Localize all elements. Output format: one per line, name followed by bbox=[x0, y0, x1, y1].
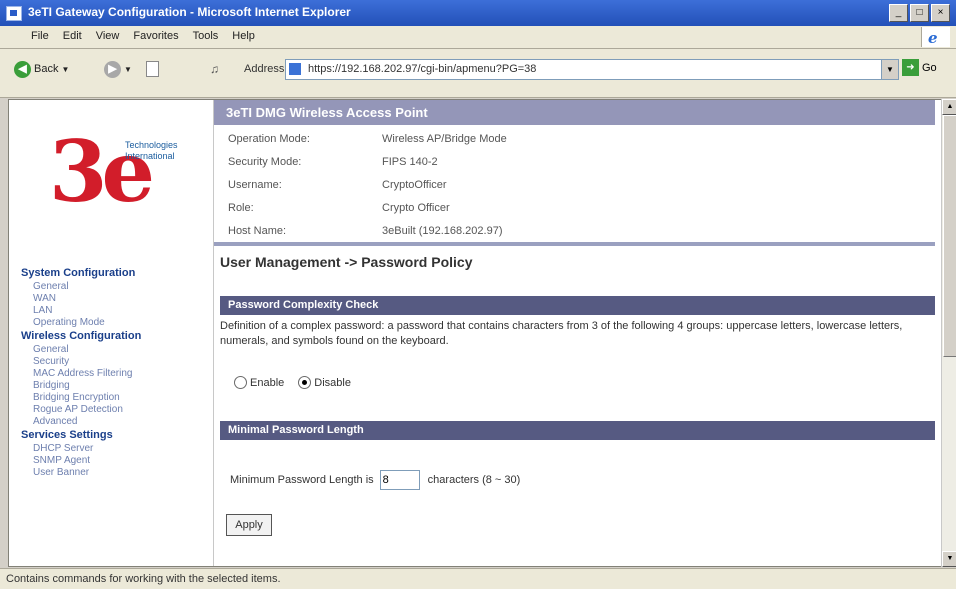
browser-window-icon bbox=[6, 6, 22, 21]
apply-button[interactable]: Apply bbox=[226, 514, 272, 536]
product-banner-title: 3eTI DMG Wireless Access Point bbox=[226, 105, 428, 120]
menu-help[interactable]: Help bbox=[225, 26, 262, 42]
complexity-section-header: Password Complexity Check bbox=[220, 296, 935, 315]
scroll-down-icon[interactable]: ▼ bbox=[942, 551, 956, 567]
sidebar-nav-link[interactable]: Bridging bbox=[21, 380, 209, 392]
complexity-description: Definition of a complex password: a pass… bbox=[220, 320, 903, 347]
info-label: Host Name: bbox=[228, 224, 287, 237]
site-icon bbox=[289, 63, 301, 75]
sidebar-nav: System Configuration General WAN LAN Operati… bbox=[21, 266, 209, 479]
page-icon bbox=[146, 61, 159, 77]
sidebar-nav-link[interactable]: SNMP Agent bbox=[21, 455, 209, 467]
sidebar-nav-link[interactable]: DHCP Server bbox=[21, 443, 209, 455]
disable-radio[interactable] bbox=[298, 376, 312, 389]
forward-arrow-icon: ▶ bbox=[104, 60, 121, 78]
device-info-table: Operation Mode: Wireless AP/Bridge Mode S… bbox=[214, 127, 935, 242]
menu-favorites[interactable]: Favorites bbox=[126, 26, 185, 42]
ie-logo-icon: e bbox=[921, 27, 950, 47]
media-icon: ♫ bbox=[210, 62, 219, 76]
info-value: Wireless AP/Bridge Mode bbox=[382, 132, 507, 145]
info-label: Username: bbox=[228, 178, 282, 191]
go-arrow-icon: ➜ bbox=[902, 59, 919, 76]
close-button[interactable]: × bbox=[931, 4, 950, 22]
company-logo: 3e Technologies International bbox=[49, 122, 199, 232]
info-label: Operation Mode: bbox=[228, 132, 310, 145]
info-row: Role: Crypto Officer bbox=[214, 196, 935, 219]
product-banner: 3eTI DMG Wireless Access Point bbox=[214, 100, 935, 125]
min-length-row: Minimum Password Length is characters (8… bbox=[230, 470, 520, 490]
go-button[interactable]: ➜ Go bbox=[902, 59, 937, 76]
sidebar-nav-link[interactable]: LAN bbox=[21, 305, 209, 317]
window-title: 3eTI Gateway Configuration - Microsoft I… bbox=[28, 5, 351, 19]
menu-tools[interactable]: Tools bbox=[186, 26, 226, 42]
menu-file[interactable]: File bbox=[24, 26, 56, 42]
menu-view[interactable]: View bbox=[89, 26, 127, 42]
page-content: 3e Technologies International System Con… bbox=[8, 99, 942, 567]
sidebar-nav-link[interactable]: User Banner bbox=[21, 467, 209, 479]
info-label: Security Mode: bbox=[228, 155, 302, 168]
sidebar-nav-link[interactable]: Advanced bbox=[21, 416, 209, 428]
status-bar: Contains commands for working with the s… bbox=[0, 568, 956, 589]
minimize-button[interactable]: _ bbox=[889, 4, 908, 22]
back-arrow-icon: ◀ bbox=[14, 60, 31, 78]
info-row: Operation Mode: Wireless AP/Bridge Mode bbox=[214, 127, 935, 150]
sidebar-nav-link[interactable]: WAN bbox=[21, 293, 209, 305]
min-length-input[interactable] bbox=[379, 470, 420, 490]
menu-bar: File Edit View Favorites Tools Help e bbox=[0, 26, 956, 49]
forward-dropdown-icon[interactable]: ▼ bbox=[124, 65, 132, 74]
sidebar-nav-link[interactable]: General bbox=[21, 344, 209, 356]
enable-label[interactable]: Enable bbox=[250, 377, 284, 389]
window-title-bar: 3eTI Gateway Configuration - Microsoft I… bbox=[0, 0, 956, 26]
nav-section-header: Services Settings bbox=[21, 429, 113, 441]
toolbar: ◀ Back ▼ ▶ ▼ ♫ Address https://192.168.2… bbox=[0, 49, 956, 98]
info-label: Role: bbox=[228, 201, 254, 214]
scroll-thumb[interactable] bbox=[943, 115, 956, 357]
back-dropdown-icon[interactable]: ▼ bbox=[61, 65, 69, 74]
maximize-button[interactable]: □ bbox=[910, 4, 929, 22]
back-button[interactable]: ◀ Back ▼ bbox=[14, 58, 69, 80]
sidebar-nav-link[interactable]: General bbox=[21, 281, 209, 293]
info-row: Security Mode: FIPS 140-2 bbox=[214, 150, 935, 173]
complexity-toggle: Enable Disable bbox=[234, 376, 351, 389]
logo-mark: 3e bbox=[49, 122, 155, 221]
address-url[interactable]: https://192.168.202.97/cgi-bin/apmenu?PG… bbox=[308, 63, 536, 75]
info-value: 3eBuilt (192.168.202.97) bbox=[382, 224, 503, 237]
enable-radio[interactable] bbox=[234, 376, 247, 389]
menu-edit[interactable]: Edit bbox=[56, 26, 89, 42]
info-value: FIPS 140-2 bbox=[382, 155, 438, 168]
sidebar-nav-link[interactable]: MAC Address Filtering bbox=[21, 368, 209, 380]
info-value: CryptoOfficer bbox=[382, 178, 447, 191]
disable-label[interactable]: Disable bbox=[314, 377, 351, 389]
complexity-section-title: Password Complexity Check bbox=[228, 299, 379, 311]
divider bbox=[214, 242, 935, 246]
stop-button[interactable] bbox=[146, 58, 159, 80]
media-button[interactable]: ♫ bbox=[210, 58, 219, 80]
min-length-label: Minimum Password Length is bbox=[230, 474, 374, 486]
min-length-section-header: Minimal Password Length bbox=[220, 421, 935, 440]
sidebar-nav-link[interactable]: Bridging Encryption bbox=[21, 392, 209, 404]
min-length-section-title: Minimal Password Length bbox=[228, 424, 364, 436]
vertical-scrollbar[interactable]: ▲ ▼ bbox=[941, 99, 956, 567]
address-label: Address bbox=[244, 63, 285, 75]
logo-tagline: Technologies International bbox=[125, 140, 178, 161]
go-label: Go bbox=[922, 61, 937, 74]
address-dropdown-icon[interactable]: ▼ bbox=[881, 60, 898, 79]
main-panel: 3eTI DMG Wireless Access Point Operation… bbox=[214, 100, 935, 566]
info-value: Crypto Officer bbox=[382, 201, 450, 214]
nav-section-header: System Configuration bbox=[21, 267, 136, 279]
sidebar-nav-link[interactable]: Security bbox=[21, 356, 209, 368]
nav-section-header: Wireless Configuration bbox=[21, 330, 142, 342]
info-row: Host Name: 3eBuilt (192.168.202.97) bbox=[214, 219, 935, 242]
sidebar-nav-link[interactable]: Rogue AP Detection bbox=[21, 404, 209, 416]
address-bar[interactable]: https://192.168.202.97/cgi-bin/apmenu?PG… bbox=[285, 59, 899, 80]
status-text: Contains commands for working with the s… bbox=[6, 573, 281, 585]
scroll-up-icon[interactable]: ▲ bbox=[942, 99, 956, 115]
back-label: Back bbox=[34, 63, 59, 75]
sidebar: 3e Technologies International System Con… bbox=[9, 100, 214, 566]
page-title: User Management -> Password Policy bbox=[220, 254, 473, 270]
info-row: Username: CryptoOfficer bbox=[214, 173, 935, 196]
forward-button[interactable]: ▶ ▼ bbox=[104, 58, 132, 80]
sidebar-nav-link[interactable]: Operating Mode bbox=[21, 317, 209, 329]
min-length-suffix: characters (8 ~ 30) bbox=[427, 474, 521, 486]
